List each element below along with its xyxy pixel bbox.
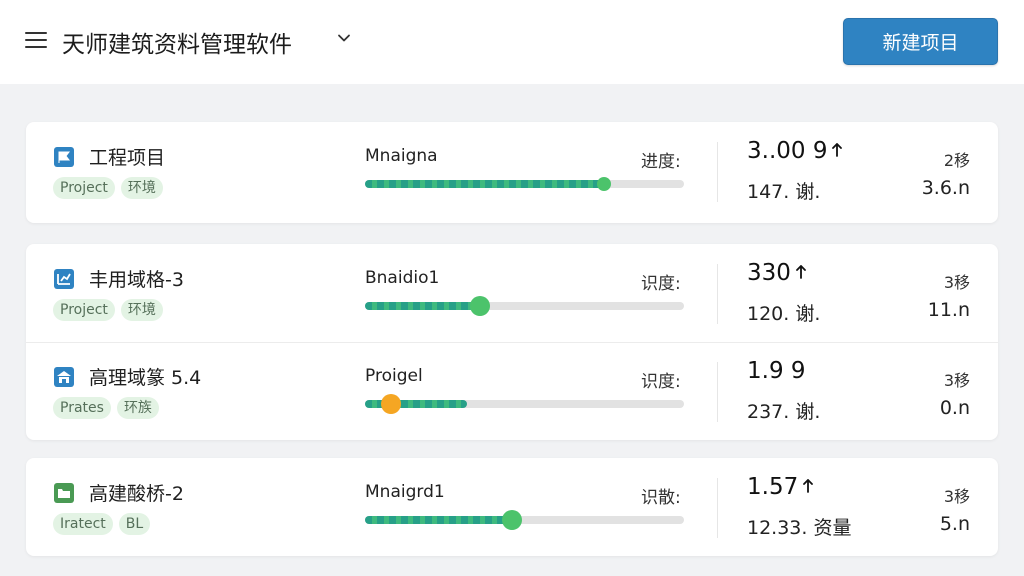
project-status: Mnaigna: [365, 146, 438, 166]
project-name: 丰用域格-3: [89, 269, 184, 291]
arrow-up-icon: [803, 479, 814, 493]
column-divider: [717, 264, 718, 324]
project-sub-metric: 147. 谢.: [747, 181, 821, 203]
arrow-up-icon: [832, 143, 843, 157]
hamburger-menu-icon[interactable]: [25, 32, 47, 48]
metric-value: 3..00 9: [747, 138, 828, 164]
chevron-down-icon[interactable]: [337, 31, 351, 45]
progress-knob[interactable]: [469, 296, 490, 316]
metric-value: 330: [747, 260, 791, 286]
project-card: 丰用域格-3 Project 环境 Bnaidio1 识度: 330 120. …: [26, 244, 998, 440]
project-rank: 3移: [943, 487, 970, 506]
project-status: Proigel: [365, 366, 423, 386]
progress-bar[interactable]: [365, 177, 684, 191]
progress-knob[interactable]: [597, 177, 612, 191]
progress-bar[interactable]: [365, 510, 684, 530]
progress-label: 进度:: [641, 152, 681, 172]
progress-bar[interactable]: [365, 394, 684, 414]
app-header: 天师建筑资料管理软件 新建项目: [0, 0, 1024, 84]
chart-icon: [54, 269, 74, 289]
project-rank: 2移: [943, 151, 970, 170]
project-status: Bnaidio1: [365, 268, 440, 288]
project-status: Mnaigrd1: [365, 482, 445, 502]
project-tag: 环境: [120, 299, 163, 321]
progress-label: 识度:: [641, 274, 681, 294]
column-divider: [717, 362, 718, 422]
column-divider: [717, 478, 718, 538]
metric-value: 1.9 9: [747, 358, 806, 384]
progress-fill: [365, 516, 512, 524]
building-icon: [54, 367, 74, 387]
progress-knob[interactable]: [380, 394, 401, 414]
project-row[interactable]: 高建酸桥-2 Iratect BL Mnaigrd1 识散: 1.57 12.3…: [26, 458, 998, 558]
project-tag: 环族: [116, 397, 159, 419]
project-sub-metric: 12.33. 资量: [747, 517, 852, 539]
project-tag: Project: [53, 177, 115, 199]
project-name: 高建酸桥-2: [89, 483, 184, 505]
project-name: 高理域篆 5.4: [89, 367, 202, 389]
project-row[interactable]: 高理域篆 5.4 Prates 环族 Proigel 识度: 1.9 9 237…: [26, 342, 998, 442]
progress-fill: [365, 180, 605, 188]
project-tag: BL: [118, 513, 151, 535]
metric-value: 1.57: [747, 474, 799, 500]
app-title: 天师建筑资料管理软件: [62, 32, 292, 58]
row-divider: [26, 342, 998, 343]
project-size: 11.n: [927, 299, 970, 321]
project-rank: 3移: [943, 371, 970, 390]
project-tag: 环境: [120, 177, 163, 199]
progress-label: 识度:: [641, 372, 681, 392]
progress-knob[interactable]: [501, 510, 522, 530]
project-sub-metric: 237. 谢.: [747, 401, 821, 423]
project-size: 5.n: [939, 513, 970, 535]
project-row[interactable]: 丰用域格-3 Project 环境 Bnaidio1 识度: 330 120. …: [26, 244, 998, 344]
project-row[interactable]: 工程项目 Project 环境 Mnaigna 进度: 3..00 9 147.…: [26, 122, 998, 222]
project-size: 3.6.n: [921, 177, 970, 199]
progress-label: 识散:: [641, 488, 681, 508]
column-divider: [717, 142, 718, 202]
arrow-up-icon: [796, 265, 806, 279]
project-metric: 330: [747, 260, 807, 286]
flag-icon: [54, 147, 74, 167]
project-metric: 3..00 9: [747, 138, 843, 164]
project-tag: Project: [53, 299, 115, 321]
project-card: 工程项目 Project 环境 Mnaigna 进度: 3..00 9 147.…: [26, 122, 998, 223]
project-tag: Prates: [53, 397, 111, 419]
project-tag: Iratect: [53, 513, 113, 535]
progress-bar[interactable]: [365, 296, 684, 316]
folder-icon: [54, 483, 74, 503]
project-size: 0.n: [939, 397, 970, 419]
new-project-button[interactable]: 新建项目: [843, 18, 998, 65]
project-card: 高建酸桥-2 Iratect BL Mnaigrd1 识散: 1.57 12.3…: [26, 458, 998, 556]
project-rank: 3移: [943, 273, 970, 292]
progress-fill: [365, 302, 480, 310]
project-sub-metric: 120. 谢.: [747, 303, 821, 325]
project-metric: 1.57: [747, 474, 814, 500]
project-name: 工程项目: [89, 147, 166, 169]
project-metric: 1.9 9: [747, 358, 806, 384]
